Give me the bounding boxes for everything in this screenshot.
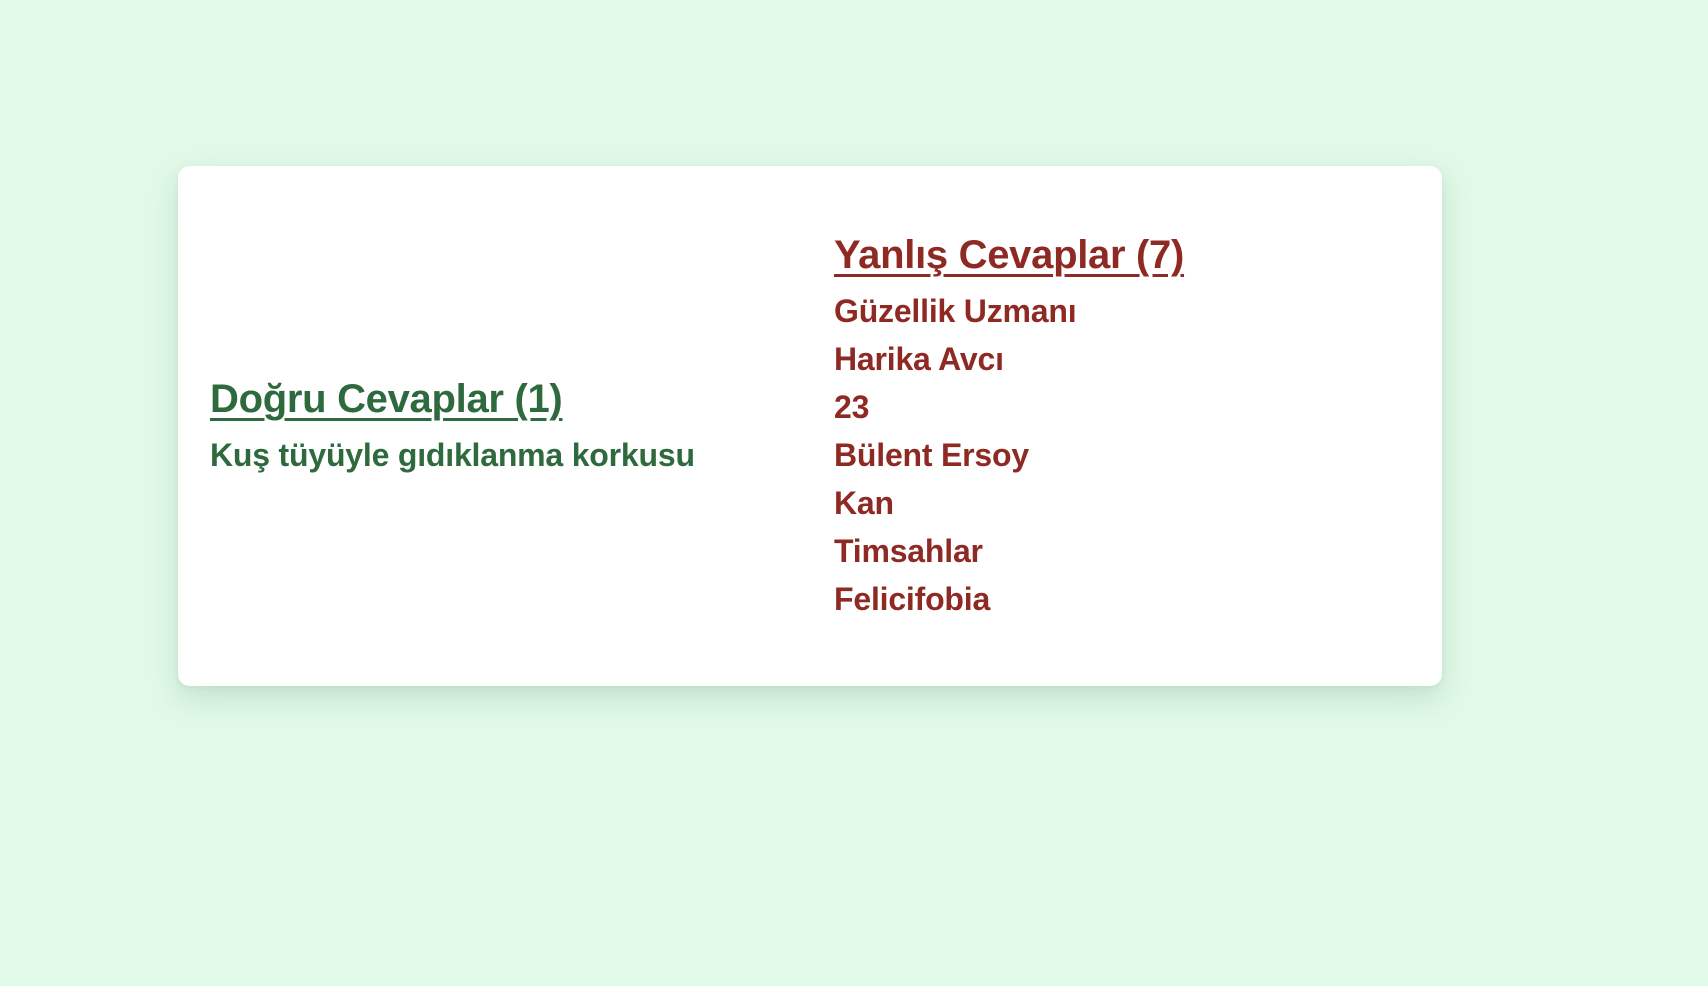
wrong-answer-item: Güzellik Uzmanı bbox=[834, 293, 1077, 329]
correct-answers-column: Doğru Cevaplar (1) Kuş tüyüyle gıdıklanm… bbox=[210, 373, 834, 479]
results-card: Doğru Cevaplar (1) Kuş tüyüyle gıdıklanm… bbox=[178, 166, 1442, 686]
wrong-answer-item: Harika Avcı bbox=[834, 341, 1004, 377]
wrong-answer-item: Timsahlar bbox=[834, 533, 983, 569]
wrong-answers-heading[interactable]: Yanlış Cevaplar (7) bbox=[834, 229, 1410, 281]
wrong-answer-item: Kan bbox=[834, 485, 894, 521]
correct-answers-list: Kuş tüyüyle gıdıklanma korkusu bbox=[210, 431, 834, 479]
wrong-answer-item: Bülent Ersoy bbox=[834, 437, 1029, 473]
wrong-answers-list: Güzellik Uzmanı Harika Avcı 23 Bülent Er… bbox=[834, 287, 1410, 623]
correct-answers-heading[interactable]: Doğru Cevaplar (1) bbox=[210, 373, 834, 425]
wrong-answers-column: Yanlış Cevaplar (7) Güzellik Uzmanı Hari… bbox=[834, 229, 1410, 623]
correct-answer-item: Kuş tüyüyle gıdıklanma korkusu bbox=[210, 437, 695, 473]
wrong-answer-item: Felicifobia bbox=[834, 581, 991, 617]
wrong-answer-item: 23 bbox=[834, 389, 870, 425]
